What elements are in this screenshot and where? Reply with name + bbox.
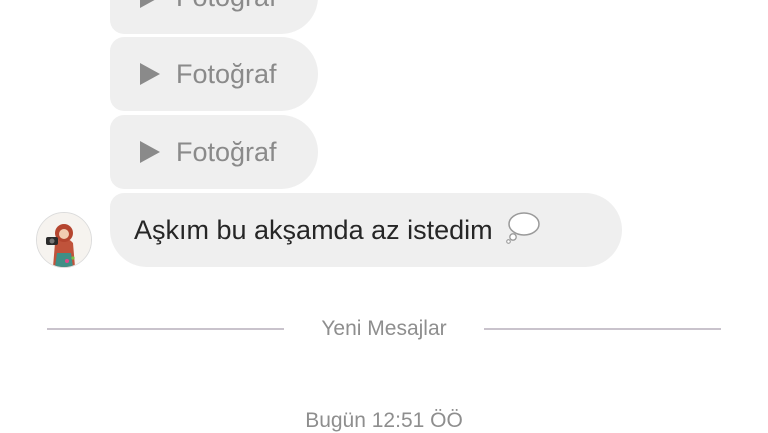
avatar-illustration [37,213,91,267]
photo-message-bubble[interactable]: Fotoğraf [110,0,318,34]
message-timestamp: Bugün 12:51 ÖÖ [305,409,463,432]
photo-message-bubble[interactable]: Fotoğraf [110,37,318,111]
avatar[interactable] [36,212,92,268]
divider-line-right [484,328,721,330]
play-icon [140,0,160,8]
new-messages-divider: Yeni Mesajlar [0,313,768,347]
thought-bubble-emoji [505,210,541,251]
message-text: Aşkım bu akşamda az istedim [134,214,493,245]
photo-label: Fotoğraf [176,136,277,167]
play-icon [140,63,160,85]
photo-message-bubble[interactable]: Fotoğraf [110,115,318,189]
photo-label: Fotoğraf [176,58,277,89]
photo-label: Fotoğraf [176,0,277,13]
play-icon [140,141,160,163]
text-message-bubble[interactable]: Aşkım bu akşamda az istedim [110,193,622,267]
